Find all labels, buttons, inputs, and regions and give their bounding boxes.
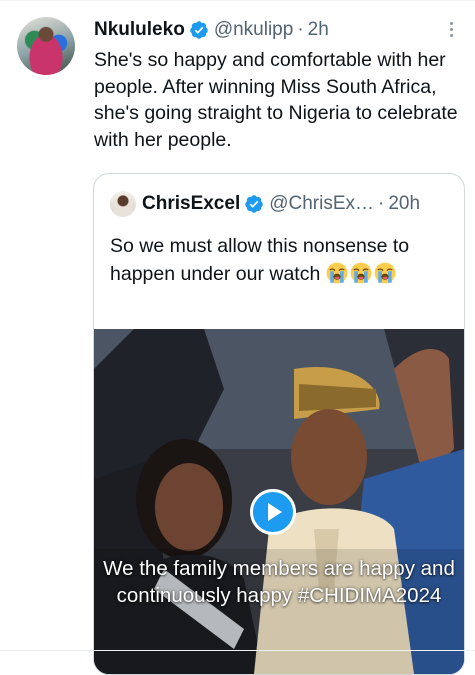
author-handle[interactable]: @nkulipp [214, 19, 294, 41]
tweet[interactable]: Nkululeko @nkulipp · 2h She's so happy a… [0, 0, 475, 675]
separator-dot: · [378, 193, 385, 214]
author-avatar[interactable] [17, 17, 75, 75]
separator-dot: · [297, 19, 304, 40]
quoted-author-handle[interactable]: @ChrisEx… [269, 193, 374, 215]
more-options-icon[interactable] [448, 22, 454, 42]
tweet-timestamp[interactable]: 2h [308, 19, 329, 41]
quoted-tweet[interactable]: ChrisExcel @ChrisEx… · 20h So we must al… [93, 173, 465, 675]
video-player[interactable]: We the family members are happy and cont… [94, 329, 464, 674]
play-icon [268, 503, 282, 521]
loudly-crying-face-icon [350, 262, 372, 284]
quoted-tweet-header: ChrisExcel @ChrisEx… · 20h [110, 191, 420, 217]
quoted-tweet-text: So we must allow this nonsense to happen… [110, 232, 450, 288]
tweet-header: Nkululeko @nkulipp · 2h [94, 18, 329, 42]
verified-badge-icon [245, 195, 263, 213]
loudly-crying-face-icon [326, 262, 348, 284]
author-name[interactable]: Nkululeko [94, 19, 185, 41]
quoted-author-name[interactable]: ChrisExcel [142, 193, 240, 215]
play-button[interactable] [250, 489, 296, 535]
loudly-crying-face-icon [374, 262, 396, 284]
quoted-tweet-timestamp[interactable]: 20h [388, 193, 420, 215]
tweet-text: She's so happy and comfortable with her … [94, 49, 458, 151]
video-caption: We the family members are happy and cont… [103, 557, 455, 607]
verified-badge-icon [190, 21, 208, 39]
quoted-author-avatar[interactable] [110, 191, 136, 217]
